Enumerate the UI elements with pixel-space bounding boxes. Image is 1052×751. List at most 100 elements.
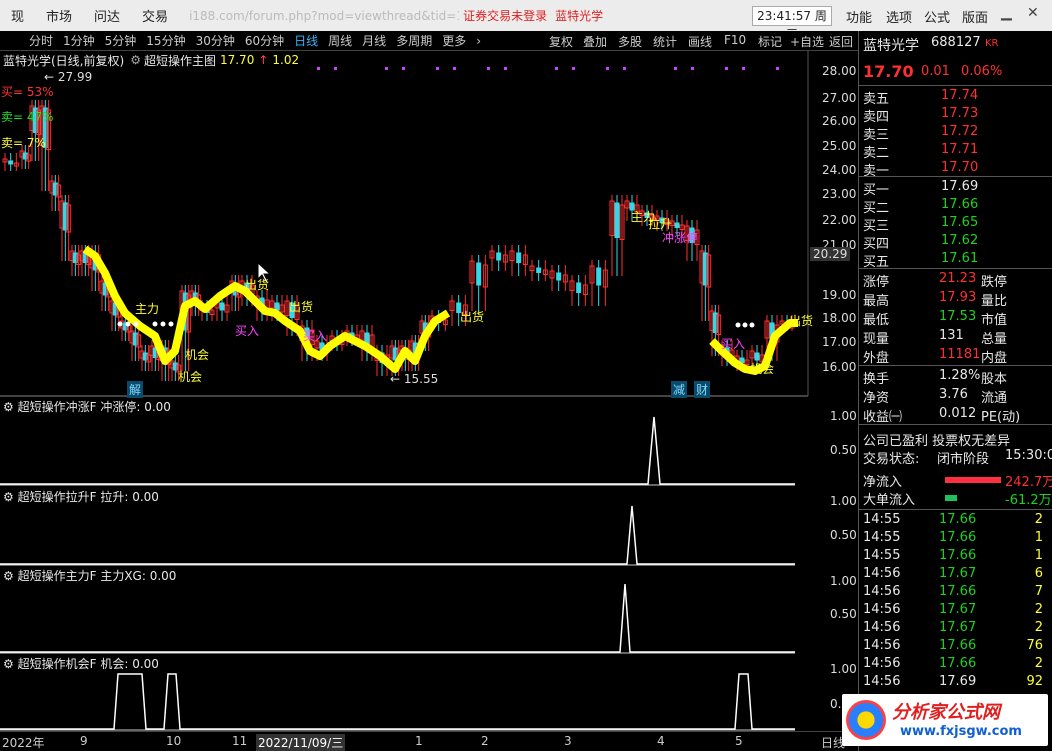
menu-options[interactable]: 选项 — [886, 7, 912, 26]
quote-stock-name: 蓝特光学 — [863, 38, 919, 54]
annotation-chuhuo-3: 出货 — [460, 310, 485, 324]
signal-dot — [168, 321, 174, 327]
stat-key-2: 总量 — [981, 332, 1008, 347]
subchart-name-4[interactable]: 超短操作机会F — [18, 657, 97, 671]
candle-body — [516, 252, 522, 263]
tick-time: 14:55 — [863, 548, 901, 563]
bid-label: 买四 — [863, 237, 890, 252]
tick-price: 17.66 — [939, 530, 977, 545]
spike-lasheng — [0, 505, 795, 565]
signal-dot — [385, 67, 388, 70]
annotation-mairu-1: 买入 — [235, 324, 260, 338]
quote-row: 卖二 17.71 — [863, 142, 1049, 161]
annotation-mairu-2: 买入 — [303, 329, 328, 343]
menu-item-trade[interactable]: 交易 — [131, 6, 179, 25]
tab-60min[interactable]: 60分钟 — [240, 32, 289, 49]
quote-row: 卖三 17.72 — [863, 124, 1049, 143]
logo-icon — [846, 700, 886, 740]
tab-weekly[interactable]: 周线 — [323, 32, 357, 49]
minimize-icon[interactable]: ▁ — [1001, 5, 1012, 21]
quote-row: 换手 1.28% 股本 — [863, 368, 1049, 387]
tab-monthly[interactable]: 月线 — [357, 32, 391, 49]
stat-key: 最高 — [863, 294, 890, 309]
tab-multi-period[interactable]: 多周期 — [391, 32, 437, 49]
tab-more[interactable]: 更多 — [437, 32, 471, 49]
tick-price: 17.69 — [939, 674, 977, 689]
tab-30min[interactable]: 30分钟 — [191, 32, 240, 49]
subchart-settings-icon[interactable]: ⚙ — [3, 400, 14, 414]
tab-daily[interactable]: 日线 — [289, 32, 323, 49]
tab-15min[interactable]: 15分钟 — [141, 32, 190, 49]
menu-item-wenda[interactable]: 问达 — [83, 6, 131, 25]
subchart-settings-icon[interactable]: ⚙ — [3, 569, 14, 583]
subchart-name-3[interactable]: 超短操作主力F — [18, 569, 97, 583]
sub1-axis-05: 0.50 — [830, 443, 857, 457]
cursor-date-label: 2022/11/09/三 — [256, 734, 346, 751]
quote-row: 卖五 17.74 — [863, 88, 1049, 107]
stat2-key: 收益㈠ — [863, 410, 903, 425]
menu-layout[interactable]: 版面 — [962, 7, 988, 26]
chevron-right-icon[interactable]: › — [471, 34, 486, 48]
tick-time: 14:55 — [863, 512, 901, 527]
subchart-series-2: 拉升 — [100, 490, 125, 504]
bigflow-label: 大单流入 — [863, 493, 916, 508]
menu-item-0[interactable]: 现 — [0, 6, 35, 25]
annotation-chuhuo-4: 出货 — [789, 314, 814, 328]
menu-item-market[interactable]: 市场 — [35, 6, 83, 25]
tick-row: 14:56 17.66 76 — [863, 638, 1049, 656]
spike-jihui — [0, 673, 795, 730]
tool-overlay[interactable]: 叠加 — [583, 33, 607, 50]
tool-f10[interactable]: F10 — [724, 33, 746, 47]
tool-mark[interactable]: 标记 — [758, 33, 782, 50]
period-toolbar: 分时 1分钟 5分钟 15分钟 30分钟 60分钟 日线 周线 月线 多周期 更… — [0, 31, 858, 51]
quote-price-row: 17.70 0.01 0.06% — [863, 62, 1049, 84]
annotation-zhuli-2: 主力 — [135, 302, 160, 316]
tag-jian[interactable]: 减 — [671, 381, 688, 398]
tick-row: 14:56 17.66 2 — [863, 656, 1049, 674]
signal-dot — [117, 321, 123, 327]
close-icon[interactable]: ✕ — [1027, 5, 1039, 21]
ask-label: 卖二 — [863, 146, 890, 161]
subchart-settings-icon[interactable]: ⚙ — [3, 490, 14, 504]
stat-key: 现量 — [863, 332, 890, 347]
stat-key: 涨停 — [863, 275, 890, 290]
tool-fuquan[interactable]: 复权 — [549, 33, 573, 50]
tool-multistock[interactable]: 多股 — [618, 33, 642, 50]
tool-back[interactable]: 返回 — [829, 33, 853, 50]
tab-fenshi[interactable]: 分时 — [24, 32, 58, 49]
stat2-key-2: 流通 — [981, 391, 1008, 406]
subchart-header-3: ⚙ 超短操作主力F 主力XG: 0.00 — [3, 569, 177, 583]
subchart-name-2[interactable]: 超短操作拉升F — [18, 490, 97, 504]
tool-add-watchlist[interactable]: +自选 — [790, 33, 824, 50]
menu-function[interactable]: 功能 — [846, 7, 872, 26]
tag-cai[interactable]: 财 — [694, 381, 711, 398]
high-price-value: 27.99 — [57, 70, 93, 84]
tool-draw[interactable]: 画线 — [688, 33, 712, 50]
tab-1min[interactable]: 1分钟 — [58, 32, 100, 49]
login-warning[interactable]: 证券交易未登录 — [463, 7, 547, 24]
stat2-key: 净资 — [863, 391, 890, 406]
quote-row: 收益㈠ 0.012 PE(动) — [863, 406, 1049, 425]
tab-5min[interactable]: 5分钟 — [100, 32, 142, 49]
subchart-value-3: 0.00 — [149, 569, 177, 583]
stat-key-2: 内盘 — [981, 351, 1008, 366]
price-axis-tick: 28.00 — [822, 64, 857, 78]
sub3-axis-05: 0.50 — [830, 607, 857, 621]
candle-body — [614, 202, 620, 238]
stat-value: 17.53 — [939, 309, 977, 324]
main-indicator-value2: 1.02 — [272, 53, 300, 67]
subchart-name-1[interactable]: 超短操作冲涨F — [18, 400, 97, 414]
price-axis-tick: 26.00 — [822, 114, 857, 128]
tick-volume: 2 — [1034, 602, 1043, 617]
menu-formula[interactable]: 公式 — [924, 7, 950, 26]
subchart-series-3: 主力XG — [100, 569, 142, 583]
candle-body — [476, 262, 482, 286]
tool-stats[interactable]: 统计 — [653, 33, 677, 50]
ask-price: 17.72 — [941, 124, 979, 139]
quote-row: 买五 17.61 — [863, 251, 1049, 270]
logo-brand: 分析家公式网 — [892, 702, 1000, 723]
main-indicator-name[interactable]: 超短操作主图 — [144, 52, 216, 69]
subchart-settings-icon[interactable]: ⚙ — [3, 657, 14, 671]
indicator-settings-icon[interactable]: ⚙ — [130, 53, 141, 67]
tag-jie[interactable]: 解 — [127, 381, 144, 398]
